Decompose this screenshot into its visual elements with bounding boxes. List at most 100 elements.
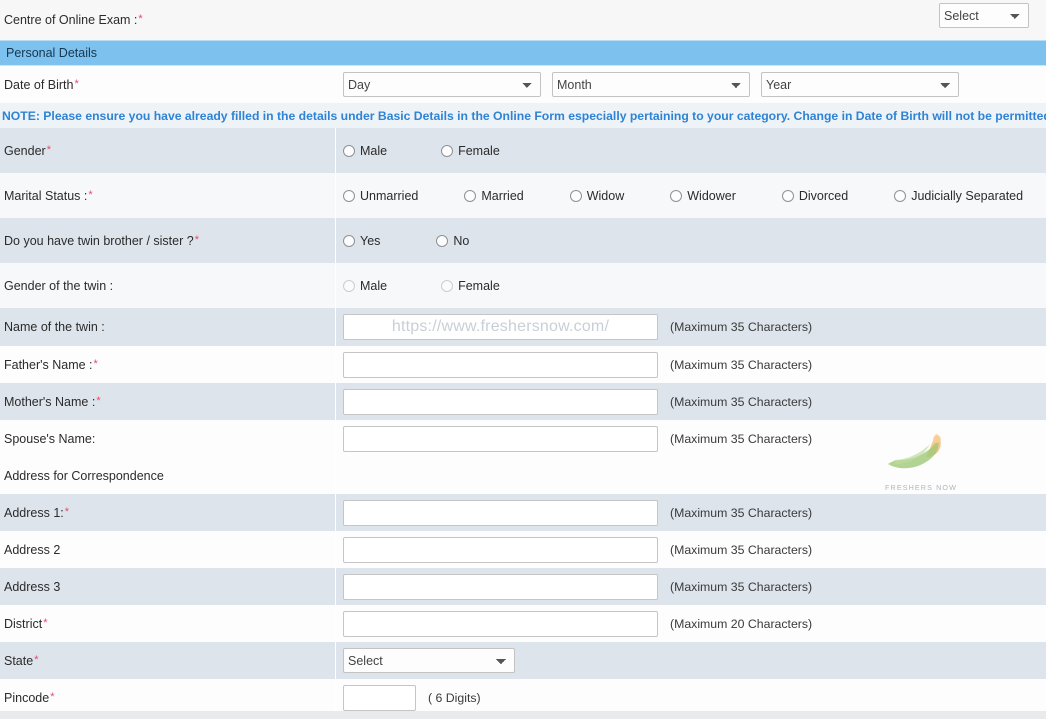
dob-year-select[interactable]: Year [761,72,959,97]
radio-icon[interactable] [781,189,794,202]
address-1-label-text: Address 1: [4,505,64,520]
pincode-required-star: * [50,690,55,703]
marital-option-label: Widow [586,188,625,203]
fathers-name-hint: (Maximum 35 Characters) [670,357,813,372]
twin-gender-option-label: Female [458,278,500,293]
address-2-field: (Maximum 35 Characters) [335,536,1046,563]
marital-option-label: Unmarried [360,188,419,203]
district-hint: (Maximum 20 Characters) [670,616,813,631]
fathers-name-input[interactable] [343,351,658,378]
address-3-input[interactable] [343,573,658,600]
centre-of-exam-label-text: Centre of Online Exam : [4,13,138,27]
row-fathers-name: Father's Name :* (Maximum 35 Characters) [0,346,1046,383]
marital-option-label: Widower [687,188,736,203]
address-2-label-text: Address 2 [4,542,61,557]
radio-icon[interactable] [464,189,477,202]
personal-details-section-header: Personal Details [0,40,1046,66]
pincode-label: Pincode* [0,691,335,705]
address-1-field: (Maximum 35 Characters) [335,499,1046,526]
district-input[interactable] [343,610,658,637]
district-label-text: District [4,616,43,631]
row-address-2: Address 2 (Maximum 35 Characters) [0,531,1046,568]
row-address-1: Address 1:* (Maximum 35 Characters) [0,494,1046,531]
fathers-name-label-text: Father's Name : [4,357,93,372]
centre-select-wrap: Select [939,3,1029,28]
address-1-input[interactable] [343,499,658,526]
spouses-name-input[interactable] [343,425,658,452]
centre-of-exam-label: Centre of Online Exam :* [0,13,143,27]
centre-of-exam-row: Centre of Online Exam :* Select [0,0,1046,40]
state-select[interactable]: Select [343,648,515,673]
twin-gender-field: Male Female [335,279,1046,293]
gender-radio-female[interactable]: Female [441,144,500,158]
radio-icon[interactable] [343,234,355,247]
marital-radio-unmarried[interactable]: Unmarried [343,189,418,203]
row-address-heading: Address for Correspondence [0,457,1046,494]
radio-icon[interactable] [343,189,355,202]
pincode-input[interactable] [343,684,416,711]
marital-radio-married[interactable]: Married [464,188,524,203]
state-label: State* [0,654,335,668]
gender-radio-male[interactable]: Male [343,144,387,158]
twin-radio-no[interactable]: No [436,234,469,248]
mothers-name-hint: (Maximum 35 Characters) [670,394,813,409]
twin-question-field: Yes No [335,234,1046,248]
radio-icon[interactable] [436,234,449,247]
twin-radio-yes[interactable]: Yes [343,234,380,248]
address-1-label: Address 1:* [0,506,335,520]
marital-option-label: Divorced [798,188,849,203]
dob-month-select[interactable]: Month [552,72,750,97]
marital-status-label: Marital Status :* [0,189,335,203]
section-title: Personal Details [6,46,98,60]
marital-option-label: Married [481,188,524,203]
row-twin-name: Name of the twin : https://www.freshersn… [0,308,1046,346]
twin-gender-label-text: Gender of the twin : [4,278,114,293]
twin-option-label: Yes [360,233,381,248]
address-2-hint: (Maximum 35 Characters) [670,542,813,557]
state-required-star: * [34,653,39,666]
twin-name-input[interactable] [343,314,658,340]
marital-required-star: * [88,188,93,201]
twin-radio-group: Yes No [343,234,477,248]
twin-name-field: https://www.freshersnow.com/ (Maximum 35… [335,314,1046,340]
spouses-name-label-text: Spouse's Name: [4,431,96,446]
address-3-label-text: Address 3 [4,579,61,594]
dob-day-select[interactable]: Day [343,72,541,97]
dob-note-bar: NOTE: Please ensure you have already fil… [0,103,1046,128]
marital-option-label: Judicially Separated [911,188,1024,203]
address1-required-star: * [64,505,70,518]
twin-gender-radio-female[interactable]: Female [441,279,500,293]
twin-question-label: Do you have twin brother / sister ?* [0,234,335,248]
marital-radio-divorced[interactable]: Divorced [781,188,849,203]
gender-label-text: Gender [4,143,46,158]
address-2-input[interactable] [343,536,658,563]
address-correspondence-heading: Address for Correspondence [0,469,335,483]
radio-icon[interactable] [343,279,355,292]
marital-radio-judicially-separated[interactable]: Judicially Separated [894,189,1023,203]
gender-required-star: * [46,143,51,156]
mother-required-star: * [96,394,101,407]
radio-icon[interactable] [343,144,355,157]
father-required-star: * [93,357,98,370]
mothers-name-input[interactable] [343,388,658,415]
marital-radio-widow[interactable]: Widow [569,188,625,203]
radio-icon[interactable] [670,189,683,202]
centre-required-star: * [138,13,143,25]
radio-icon[interactable] [441,144,454,157]
address-2-label: Address 2 [0,543,335,557]
marital-radio-widower[interactable]: Widower [670,189,736,203]
centre-of-exam-select[interactable]: Select [939,3,1029,28]
address-heading-text: Address for Correspondence [4,468,164,483]
twin-name-input-wrap: https://www.freshersnow.com/ [343,314,658,340]
spouses-name-label: Spouse's Name: [0,432,335,446]
twin-gender-radio-male[interactable]: Male [343,279,387,293]
bottom-strip [0,711,1046,719]
gender-radio-group: Male Female [343,144,508,158]
dob-required-star: * [74,77,79,90]
radio-icon[interactable] [894,189,907,202]
twin-option-label: No [453,233,470,248]
radio-icon[interactable] [569,189,582,202]
radio-icon[interactable] [441,279,454,292]
dob-note-text: NOTE: Please ensure you have already fil… [2,108,1046,123]
row-twin-gender: Gender of the twin : Male Female [0,263,1046,308]
